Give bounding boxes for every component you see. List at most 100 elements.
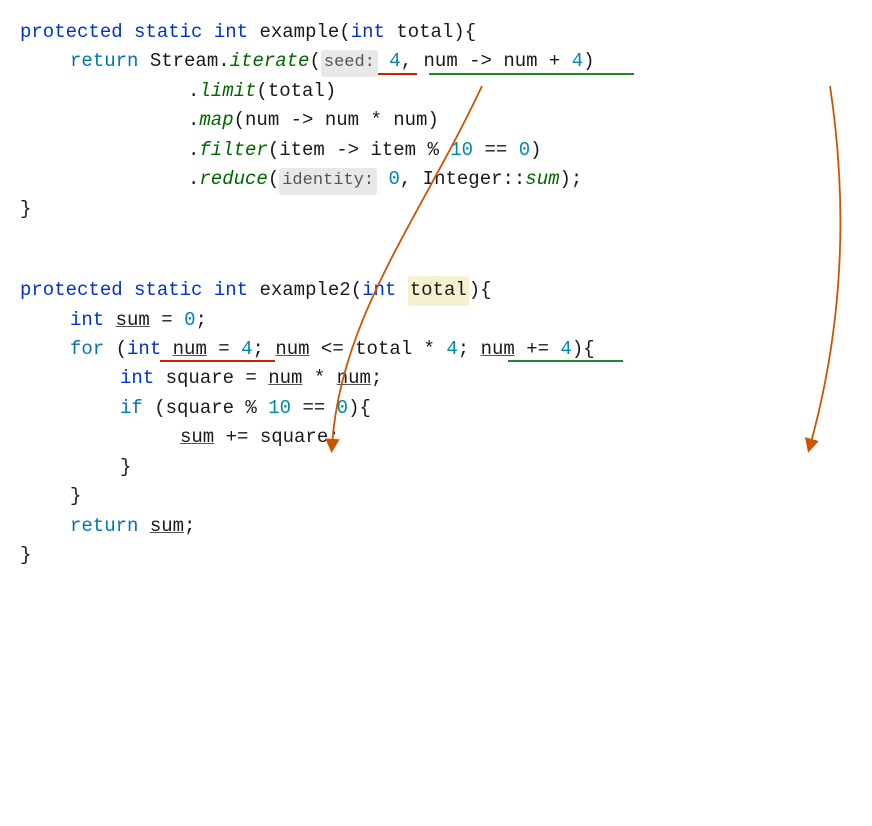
sp3: example( — [248, 18, 351, 47]
num-var-1: num — [173, 335, 207, 364]
line-2-9: return sum ; — [20, 512, 852, 541]
kw-for: for — [70, 335, 104, 364]
kw-static: static — [134, 18, 202, 47]
for-4-2: 4 — [446, 335, 457, 364]
sp18: (square % — [143, 394, 268, 423]
sp20: += square; — [214, 423, 339, 452]
sp16: square = — [154, 364, 268, 393]
sp14: <= total * — [310, 335, 447, 364]
sp11: ( — [104, 335, 127, 364]
close-brace-1: } — [20, 195, 31, 224]
sp13: = — [207, 335, 241, 364]
sp8 — [396, 276, 407, 305]
sp7: example2( — [248, 276, 362, 305]
map-text: .map(num -> num * num) — [188, 106, 439, 135]
semi3: ; — [458, 335, 481, 364]
line-1-6: .reduce( identity: 0 , Integer:: sum ); — [20, 165, 852, 194]
sp6 — [202, 276, 213, 305]
line-2-3: for ( int num = 4 ; num <= total * 4 ; n… — [20, 335, 852, 364]
line-2-2: int sum = 0 ; — [20, 306, 852, 335]
num-0-2: 0 — [388, 165, 399, 194]
close-paren: ) — [583, 47, 594, 76]
kw-int2: int — [351, 18, 385, 47]
close-if: ){ — [348, 394, 371, 423]
separator — [20, 248, 852, 276]
code-block-1: protected static int example( int total)… — [20, 18, 852, 224]
line-2-8: } — [20, 482, 852, 511]
close-for-brace: } — [70, 482, 81, 511]
comma: , — [401, 47, 412, 76]
line-1-7: } — [20, 195, 852, 224]
kw-return: return — [70, 47, 138, 76]
for-4-3: 4 — [560, 335, 571, 364]
seed-value: 4 — [389, 47, 400, 76]
semi2: ; — [253, 335, 276, 364]
line-1-4: .map(num -> num * num) — [20, 106, 852, 135]
line-2-4: int square = num * num ; — [20, 364, 852, 393]
sp9 — [104, 306, 115, 335]
line-2-1: protected static int example2( int total… — [20, 276, 852, 305]
sp2 — [202, 18, 213, 47]
num-var-3: num — [481, 335, 515, 364]
sum-stmt: sum — [180, 423, 214, 452]
param-total: total){ — [385, 18, 476, 47]
stream-text: Stream. — [138, 47, 229, 76]
kw-int-6: int — [127, 335, 161, 364]
plus4: 4 — [572, 47, 583, 76]
close-reduce: ); — [560, 165, 583, 194]
sp15: += — [515, 335, 561, 364]
semi4: ; — [371, 364, 382, 393]
num-var-2: num — [275, 335, 309, 364]
semi1: ; — [195, 306, 206, 335]
kw-int-4: int — [362, 276, 396, 305]
close-for: ){ — [572, 335, 595, 364]
sp-seed — [378, 47, 389, 76]
comma2: , Integer:: — [400, 165, 525, 194]
kw-int-7: int — [120, 364, 154, 393]
num-var-4: num — [268, 364, 302, 393]
sp21 — [138, 512, 149, 541]
kw-protected: protected — [20, 18, 123, 47]
sum-return: sum — [150, 512, 184, 541]
sp5 — [123, 276, 134, 305]
method-iterate: iterate — [230, 47, 310, 76]
code-editor: protected static int example( int total)… — [20, 18, 852, 570]
num-10-2: 10 — [268, 394, 291, 423]
total-highlight: total — [408, 276, 469, 305]
filter-text: .filter(item -> item % — [188, 136, 450, 165]
eq1: == — [473, 136, 519, 165]
num-0-1: 0 — [519, 136, 530, 165]
identity-label: identity: — [279, 168, 377, 194]
line-1-5: .filter(item -> item % 10 == 0 ) — [20, 136, 852, 165]
kw-int: int — [214, 18, 248, 47]
num-0-4: 0 — [337, 394, 348, 423]
seed-label: seed: — [321, 50, 378, 76]
kw-if: if — [120, 394, 143, 423]
close-filter: ) — [530, 136, 541, 165]
kw-int-5: int — [70, 306, 104, 335]
kw-static-2: static — [134, 276, 202, 305]
code-block-2: protected static int example2( int total… — [20, 276, 852, 570]
line-1-2: return Stream. iterate ( seed: 4 , num -… — [20, 47, 852, 76]
line-2-5: if (square % 10 == 0 ){ — [20, 394, 852, 423]
reduce-text: .reduce( — [188, 165, 279, 194]
limit-text: .limit(total) — [188, 77, 336, 106]
paren-open: ( — [309, 47, 320, 76]
sum-var: sum — [116, 306, 150, 335]
sp17: * — [302, 364, 336, 393]
sp-id — [377, 165, 388, 194]
sp19: == — [291, 394, 337, 423]
kw-int-3: int — [214, 276, 248, 305]
line-2-10: } — [20, 541, 852, 570]
for-4-1: 4 — [241, 335, 252, 364]
line-1-3: .limit(total) — [20, 77, 852, 106]
sp4: num -> num + — [412, 47, 572, 76]
kw-return-2: return — [70, 512, 138, 541]
sp12 — [161, 335, 172, 364]
line-2-6: sum += square; — [20, 423, 852, 452]
sp1 — [123, 18, 134, 47]
end-sig: ){ — [469, 276, 492, 305]
close-if-brace: } — [120, 453, 131, 482]
line-2-7: } — [20, 453, 852, 482]
num-0-3: 0 — [184, 306, 195, 335]
